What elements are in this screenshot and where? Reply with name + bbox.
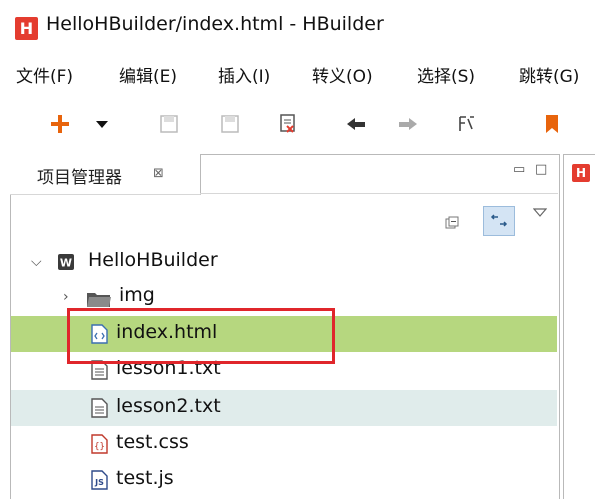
maximize-icon[interactable]: □	[535, 162, 547, 177]
js-file-icon: JS	[91, 470, 108, 490]
annotation-highlight-box	[67, 308, 335, 364]
title-bar: H HelloHBuilder/index.html - HBuilder	[0, 0, 595, 54]
menu-escape[interactable]: 转义(O)	[312, 62, 373, 87]
item-label: test.js	[116, 467, 174, 489]
svg-text:W: W	[60, 257, 72, 270]
menu-bar: 文件(F) 编辑(E) 插入(I) 转义(O) 选择(S) 跳转(G)	[0, 58, 595, 90]
tree-item-lesson2[interactable]: lesson2.txt	[11, 390, 557, 426]
forward-arrow-icon[interactable]	[394, 110, 422, 138]
panel-toolbar	[11, 195, 557, 240]
menu-select[interactable]: 选择(S)	[417, 62, 475, 87]
tree-item-test-js[interactable]: JS test.js	[11, 462, 557, 498]
main-toolbar	[0, 98, 595, 150]
editor-area: H	[563, 154, 595, 499]
menu-file[interactable]: 文件(F)	[16, 62, 73, 87]
menu-insert[interactable]: 插入(I)	[218, 62, 270, 87]
menu-goto[interactable]: 跳转(G)	[519, 62, 579, 87]
tree-project-row[interactable]: ⌵ W HelloHBuilder	[11, 244, 557, 280]
text-file-icon	[91, 398, 108, 418]
save-all-icon[interactable]	[216, 110, 244, 138]
close-file-icon[interactable]	[274, 110, 302, 138]
project-name: HelloHBuilder	[88, 249, 218, 271]
collapse-all-icon[interactable]	[445, 215, 459, 229]
chevron-down-icon[interactable]: ⌵	[31, 254, 42, 270]
panel-header-divider	[200, 193, 558, 194]
dropdown-arrow-icon[interactable]	[88, 110, 116, 138]
menu-edit[interactable]: 编辑(E)	[119, 62, 177, 87]
format-icon[interactable]	[452, 110, 480, 138]
tab-project-explorer[interactable]: 项目管理器 ⊠	[10, 154, 201, 195]
link-with-editor-icon[interactable]	[483, 206, 515, 236]
item-label: img	[119, 284, 155, 306]
window-title: HelloHBuilder/index.html - HBuilder	[46, 13, 384, 35]
hbuilder-logo-icon: H	[15, 17, 38, 40]
item-label: test.css	[116, 431, 189, 453]
save-icon[interactable]	[155, 110, 183, 138]
close-icon[interactable]: ⊠	[153, 166, 164, 181]
chevron-right-icon[interactable]: ›	[63, 289, 69, 305]
web-project-icon: W	[57, 253, 74, 273]
minimize-icon[interactable]: ▭	[513, 162, 525, 177]
view-menu-icon[interactable]	[532, 203, 548, 222]
tree-item-test-css[interactable]: {} test.css	[11, 426, 557, 462]
plus-icon[interactable]	[46, 110, 74, 138]
tab-label: 项目管理器	[37, 168, 122, 188]
svg-text:JS: JS	[94, 478, 104, 487]
css-file-icon: {}	[91, 434, 108, 454]
back-arrow-icon[interactable]	[342, 110, 370, 138]
item-label: lesson2.txt	[116, 395, 221, 417]
editor-tab-logo-icon[interactable]: H	[572, 164, 590, 182]
bookmark-icon[interactable]	[538, 110, 566, 138]
svg-text:{}: {}	[94, 442, 105, 452]
folder-icon	[86, 289, 112, 309]
